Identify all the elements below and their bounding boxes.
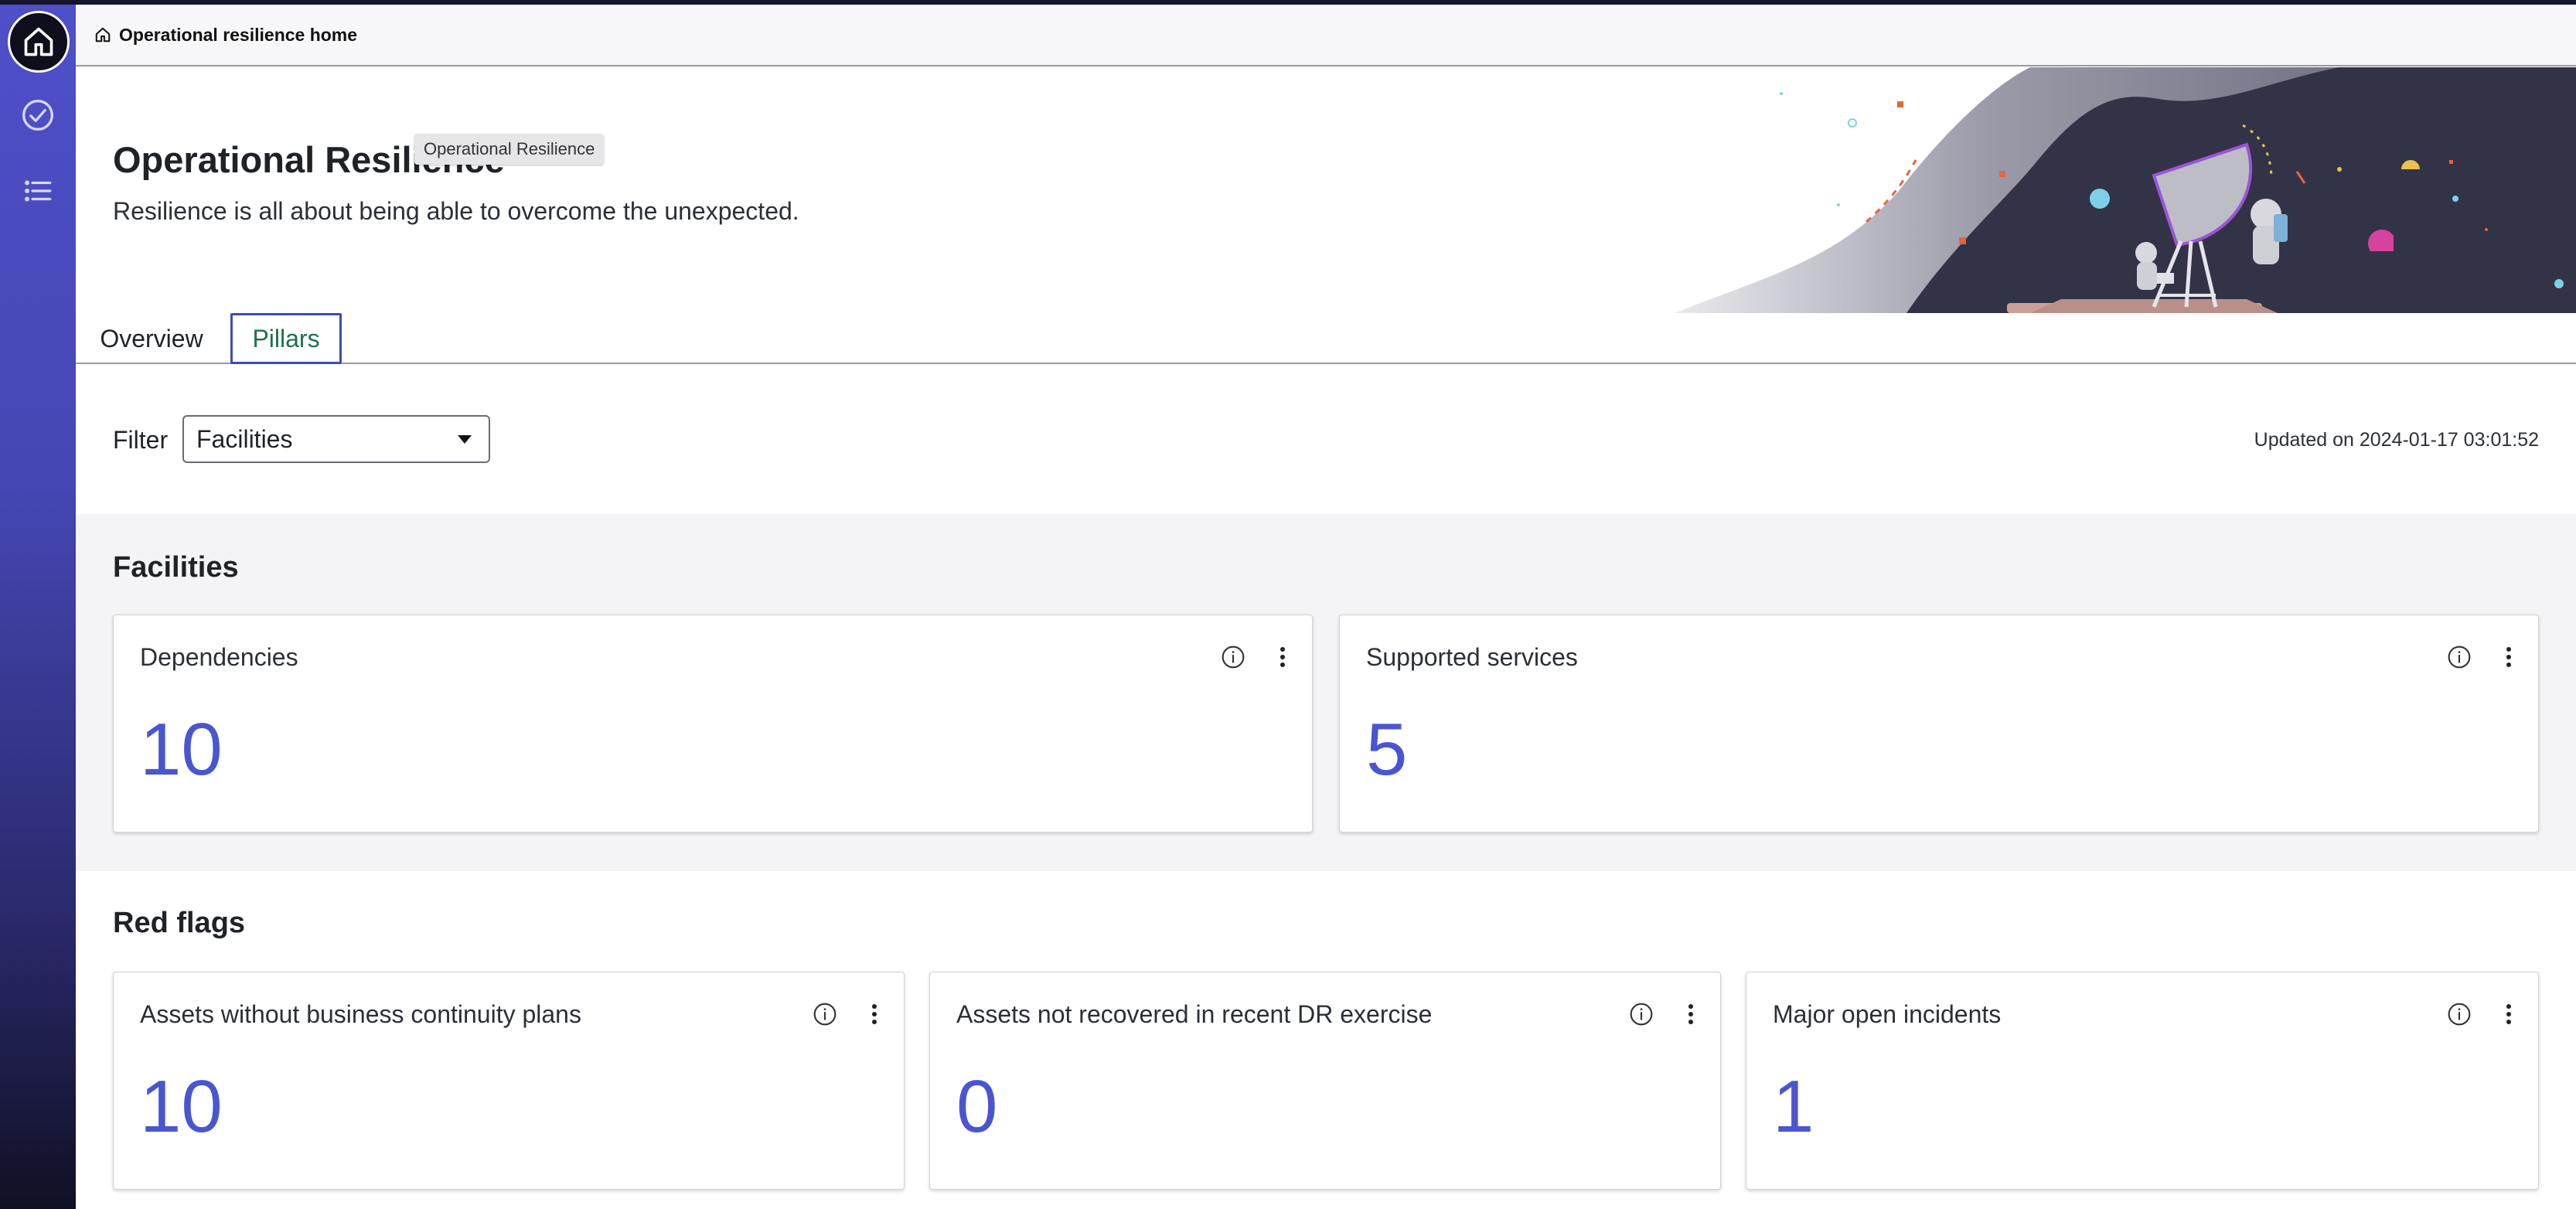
card-assets-without-bcp[interactable]: Assets without business continuity plans… [113, 972, 905, 1190]
info-icon[interactable] [1629, 1002, 1654, 1027]
tab-overview[interactable]: Overview [90, 313, 213, 364]
card-value: 10 [140, 708, 223, 791]
list-icon [25, 180, 52, 202]
facilities-section: Facilities Dependencies 10 Supported ser… [76, 514, 2576, 871]
title-tooltip: Operational Resilience [414, 134, 605, 165]
filter-selected-value: Facilities [196, 424, 293, 453]
card-dependencies[interactable]: Dependencies 10 [113, 615, 1313, 833]
card-value: 1 [1773, 1065, 1814, 1148]
tab-bar: Overview Pillars [76, 313, 2576, 364]
card-supported-services[interactable]: Supported services 5 [1339, 615, 2539, 833]
breadcrumb-label: Operational resilience home [119, 24, 358, 45]
more-vertical-icon[interactable] [1272, 645, 1293, 669]
sidebar-item-list[interactable] [19, 172, 57, 210]
hero-banner: Operational Resilience Resilience is all… [76, 67, 2576, 313]
caret-down-icon [458, 435, 472, 444]
updated-timestamp: Updated on 2024-01-17 03:01:52 [2254, 429, 2539, 451]
sidebar-item-check[interactable] [19, 96, 57, 135]
more-vertical-icon[interactable] [2498, 645, 2520, 669]
card-title: Major open incidents [1773, 1000, 2002, 1028]
filter-select[interactable]: Facilities [182, 415, 490, 463]
card-major-open-incidents[interactable]: Major open incidents 1 [1746, 972, 2539, 1190]
card-title: Supported services [1366, 643, 1578, 671]
info-icon[interactable] [2447, 1002, 2472, 1027]
more-vertical-icon[interactable] [864, 1002, 885, 1027]
filter-label: Filter [113, 426, 169, 454]
card-title: Assets not recovered in recent DR exerci… [956, 1000, 1433, 1028]
filter-row: Filter Facilities Updated on 2024-01-17 … [76, 364, 2576, 514]
home-icon [95, 27, 111, 43]
tab-pillars[interactable]: Pillars [230, 313, 342, 364]
card-assets-not-recovered[interactable]: Assets not recovered in recent DR exerci… [929, 972, 1721, 1190]
section-title-red-flags: Red flags [113, 907, 246, 939]
card-title: Assets without business continuity plans [140, 1000, 581, 1028]
hero-illustration [1675, 67, 2576, 313]
check-circle-icon [22, 100, 53, 131]
more-vertical-icon[interactable] [1680, 1002, 1702, 1027]
info-icon[interactable] [1221, 645, 1245, 669]
page-subtitle: Resilience is all about being able to ov… [113, 197, 799, 225]
section-title-facilities: Facilities [113, 551, 239, 584]
info-icon[interactable] [813, 1002, 837, 1027]
card-value: 10 [140, 1065, 223, 1148]
header-bar: Operational resilience home [76, 5, 2576, 66]
red-flags-section: Red flags Assets without business contin… [76, 871, 2576, 1209]
breadcrumb[interactable]: Operational resilience home [94, 25, 357, 46]
sidebar [0, 5, 76, 1209]
sidebar-item-home[interactable] [8, 11, 70, 73]
card-title: Dependencies [140, 643, 298, 671]
info-icon[interactable] [2447, 645, 2472, 669]
card-value: 5 [1366, 708, 1408, 791]
more-vertical-icon[interactable] [2498, 1002, 2520, 1027]
home-icon [24, 27, 53, 56]
card-value: 0 [956, 1065, 998, 1148]
